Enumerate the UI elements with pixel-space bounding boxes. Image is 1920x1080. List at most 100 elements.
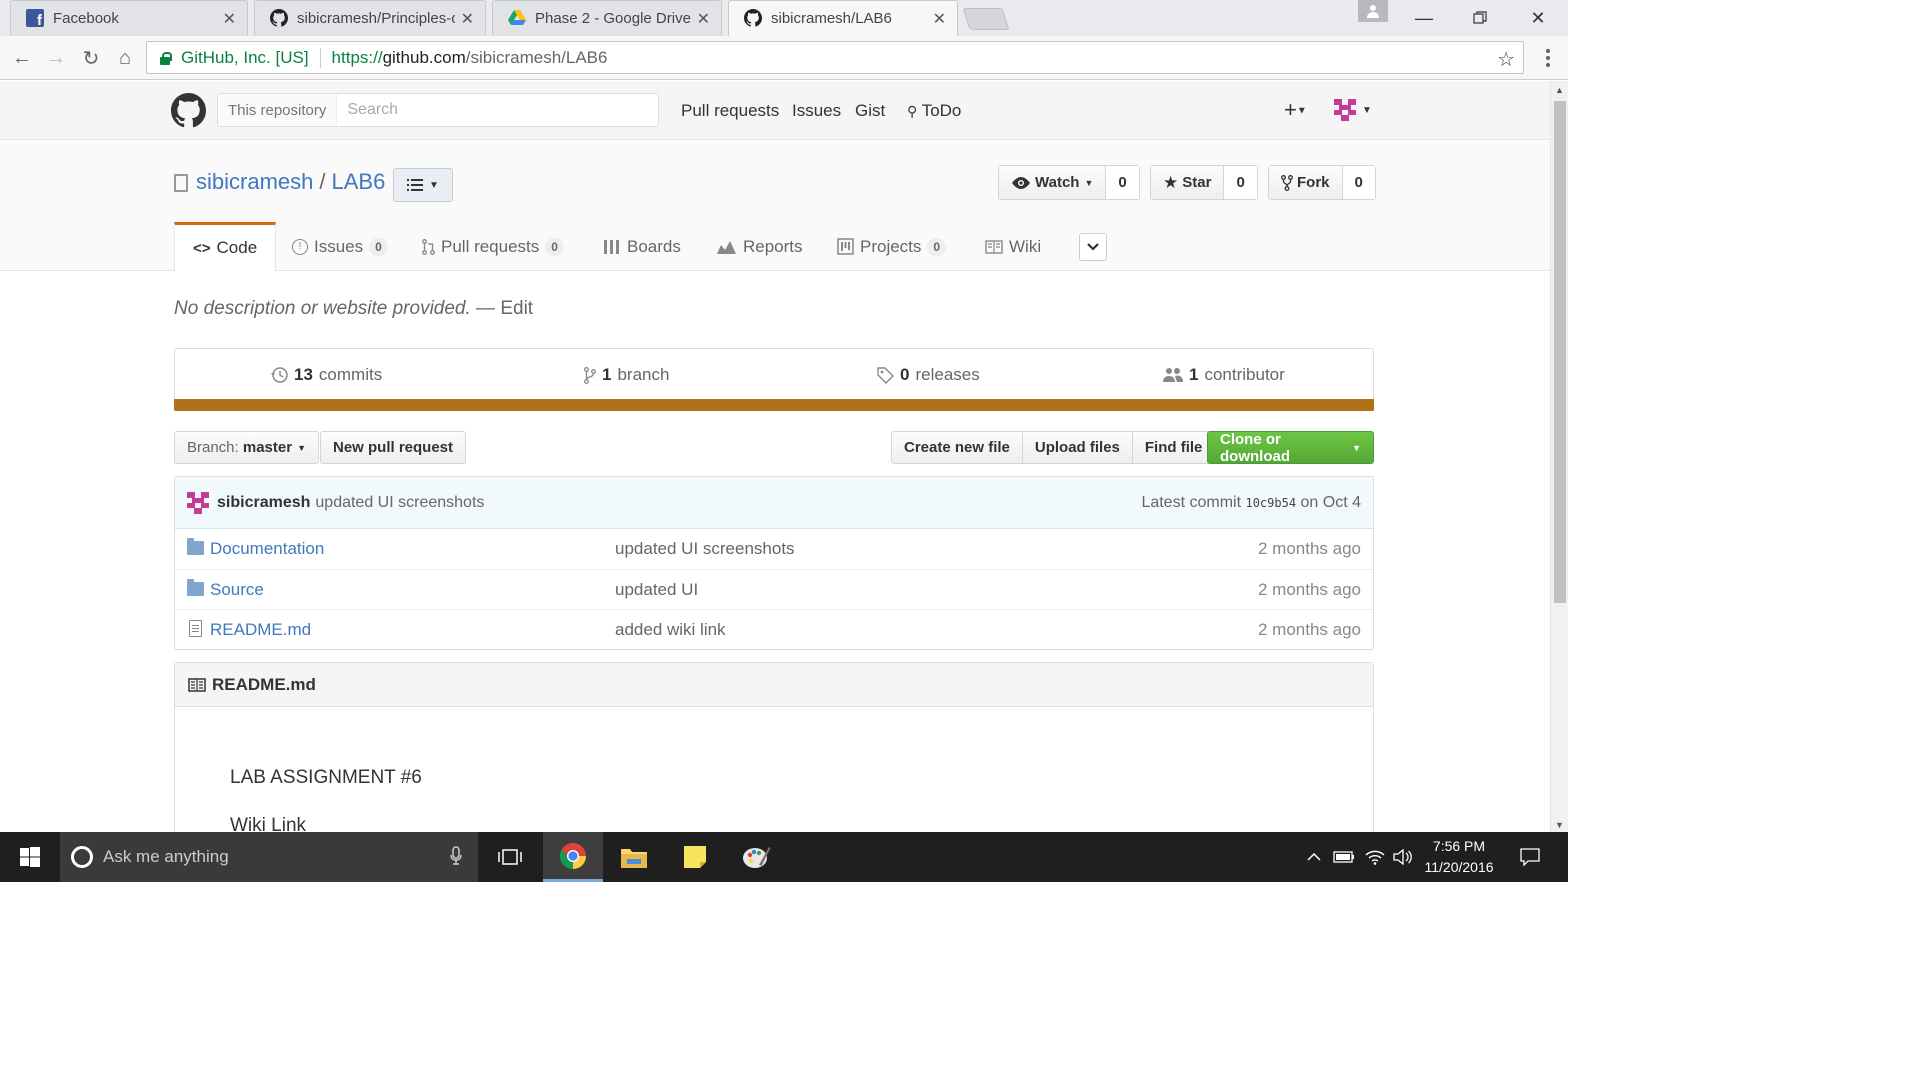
close-window-icon[interactable]: ✕	[1510, 0, 1566, 36]
scroll-down-icon[interactable]: ▼	[1555, 820, 1564, 830]
address-bar[interactable]: GitHub, Inc. [US] https://github.com/sib…	[146, 41, 1524, 74]
paint-icon[interactable]	[726, 832, 786, 882]
tab-code[interactable]: <> Code	[174, 222, 277, 272]
tab-close-icon[interactable]: ✕	[933, 9, 946, 29]
caret-down-icon: ▼	[297, 442, 306, 453]
readme-wiki-link[interactable]: Wiki Link	[230, 815, 1318, 832]
bookmark-star-icon[interactable]: ☆	[1497, 47, 1515, 72]
header-link-gist[interactable]: Gist	[855, 101, 885, 121]
commits-link[interactable]: 13 commits	[270, 365, 382, 385]
volume-icon[interactable]	[1389, 832, 1417, 882]
file-name-link[interactable]: README.md	[210, 620, 311, 640]
reload-icon[interactable]: ↻	[77, 44, 105, 72]
fork-button[interactable]: Fork	[1269, 166, 1343, 199]
tab-close-icon[interactable]: ✕	[223, 9, 236, 29]
commit-author-link[interactable]: sibicramesh	[217, 494, 310, 512]
repo-description: No description or website provided. — Ed…	[174, 298, 533, 320]
folder-icon	[187, 538, 204, 555]
upload-files-button[interactable]: Upload files	[1022, 432, 1133, 463]
file-commit-message-link[interactable]: updated UI screenshots	[615, 539, 795, 559]
tab-lab6[interactable]: sibicramesh/LAB6 ✕	[728, 0, 958, 36]
microphone-icon[interactable]	[450, 846, 462, 871]
tab-wiki[interactable]: Wiki	[985, 222, 1041, 271]
tab-reports[interactable]: Reports	[717, 222, 803, 271]
header-link-issues[interactable]: Issues	[792, 101, 841, 121]
sticky-notes-icon[interactable]	[665, 832, 725, 882]
taskbar-clock[interactable]: 7:56 PM 11/20/2016	[1414, 836, 1504, 878]
file-commit-message-link[interactable]: updated UI	[615, 580, 698, 600]
cortana-search-input[interactable]: Ask me anything	[60, 832, 478, 882]
scroll-up-icon[interactable]: ▲	[1555, 85, 1564, 95]
commit-sha-link[interactable]: 10c9b54	[1245, 496, 1296, 510]
chrome-taskbar-icon[interactable]	[543, 832, 603, 882]
branch-select-button[interactable]: Branch: master ▼	[174, 431, 319, 464]
watch-button[interactable]: Watch ▼	[999, 166, 1107, 199]
action-center-icon[interactable]	[1510, 832, 1550, 882]
latest-commit-label: Latest commit	[1141, 493, 1242, 511]
tab-issues[interactable]: ! Issues 0	[292, 222, 388, 271]
repo-owner-link[interactable]: sibicramesh	[196, 169, 313, 194]
file-commit-message-link[interactable]: added wiki link	[615, 620, 726, 640]
tab-pull-requests[interactable]: Pull requests 0	[422, 222, 564, 271]
star-count[interactable]: 0	[1224, 166, 1257, 199]
new-tab-button[interactable]	[962, 8, 1010, 30]
show-hidden-icons[interactable]	[1300, 832, 1328, 882]
page-scrollbar[interactable]: ▲ ▼	[1550, 81, 1568, 832]
profile-icon[interactable]	[1358, 0, 1388, 22]
forward-icon[interactable]: →	[42, 44, 70, 72]
repo-list-menu-button[interactable]: ▼	[393, 168, 453, 202]
github-icon	[744, 9, 762, 27]
scrollbar-thumb[interactable]	[1554, 101, 1566, 603]
home-icon[interactable]: ⌂	[111, 44, 139, 72]
find-file-button[interactable]: Find file	[1132, 432, 1215, 463]
search-input[interactable]: This repository Search	[217, 93, 659, 127]
create-new-icon[interactable]: +▼	[1284, 97, 1307, 123]
tab-principles[interactable]: sibicramesh/Principles-of ✕	[254, 0, 486, 36]
clone-download-button[interactable]: Clone or download ▼	[1207, 431, 1374, 465]
new-pull-request-button[interactable]: New pull request	[320, 431, 467, 464]
header-link-pull-requests[interactable]: Pull requests	[681, 101, 779, 121]
file-name-link[interactable]: Source	[210, 580, 264, 600]
chrome-menu-icon[interactable]	[1538, 44, 1558, 72]
wifi-icon[interactable]	[1361, 832, 1389, 882]
language-bar[interactable]	[174, 399, 1374, 411]
file-name-link[interactable]: Documentation	[210, 539, 324, 559]
back-icon[interactable]: ←	[8, 44, 36, 72]
minimize-icon[interactable]: —	[1396, 0, 1452, 36]
repo-name-link[interactable]: LAB6	[332, 169, 386, 194]
task-view-icon[interactable]	[480, 832, 540, 882]
user-avatar[interactable]: ▼	[1334, 99, 1372, 121]
restore-icon[interactable]	[1452, 0, 1508, 36]
chevron-down-icon[interactable]	[1079, 233, 1107, 261]
ev-certificate-label[interactable]: GitHub, Inc. [US]	[181, 48, 309, 68]
file-age: 2 months ago	[1257, 580, 1361, 599]
author-avatar[interactable]	[187, 491, 209, 514]
tab-reports-label: Reports	[743, 236, 803, 256]
tab-projects[interactable]: Projects 0	[837, 222, 947, 271]
file-explorer-icon[interactable]	[604, 832, 664, 882]
readme-header: README.md	[175, 663, 1373, 707]
branches-link[interactable]: 1 branch	[584, 365, 669, 385]
battery-icon[interactable]	[1330, 832, 1358, 882]
tab-close-icon[interactable]: ✕	[697, 9, 710, 29]
tab-google-drive[interactable]: Phase 2 - Google Drive ✕	[492, 0, 722, 36]
tab-facebook[interactable]: f Facebook ✕	[10, 0, 248, 36]
edit-description-link[interactable]: Edit	[500, 298, 533, 319]
watch-count[interactable]: 0	[1106, 166, 1139, 199]
star-button[interactable]: ★ Star	[1151, 166, 1225, 199]
contributors-link[interactable]: 1 contributor	[1163, 365, 1285, 385]
github-logo-icon[interactable]	[171, 93, 207, 128]
file-age: 2 months ago	[1257, 539, 1361, 558]
book-icon	[188, 677, 206, 692]
tab-boards-label: Boards	[627, 236, 681, 256]
commit-message-link[interactable]: updated UI screenshots	[315, 494, 484, 512]
header-link-todo[interactable]: ⚲ ToDo	[907, 101, 961, 121]
folder-icon	[187, 579, 204, 596]
create-new-file-button[interactable]: Create new file	[892, 432, 1023, 463]
windows-start-icon[interactable]	[0, 832, 60, 882]
github-icon	[270, 9, 288, 27]
fork-count[interactable]: 0	[1342, 166, 1375, 199]
releases-link[interactable]: 0 releases	[877, 365, 980, 385]
tab-close-icon[interactable]: ✕	[461, 9, 474, 29]
tab-boards[interactable]: Boards	[603, 222, 681, 271]
